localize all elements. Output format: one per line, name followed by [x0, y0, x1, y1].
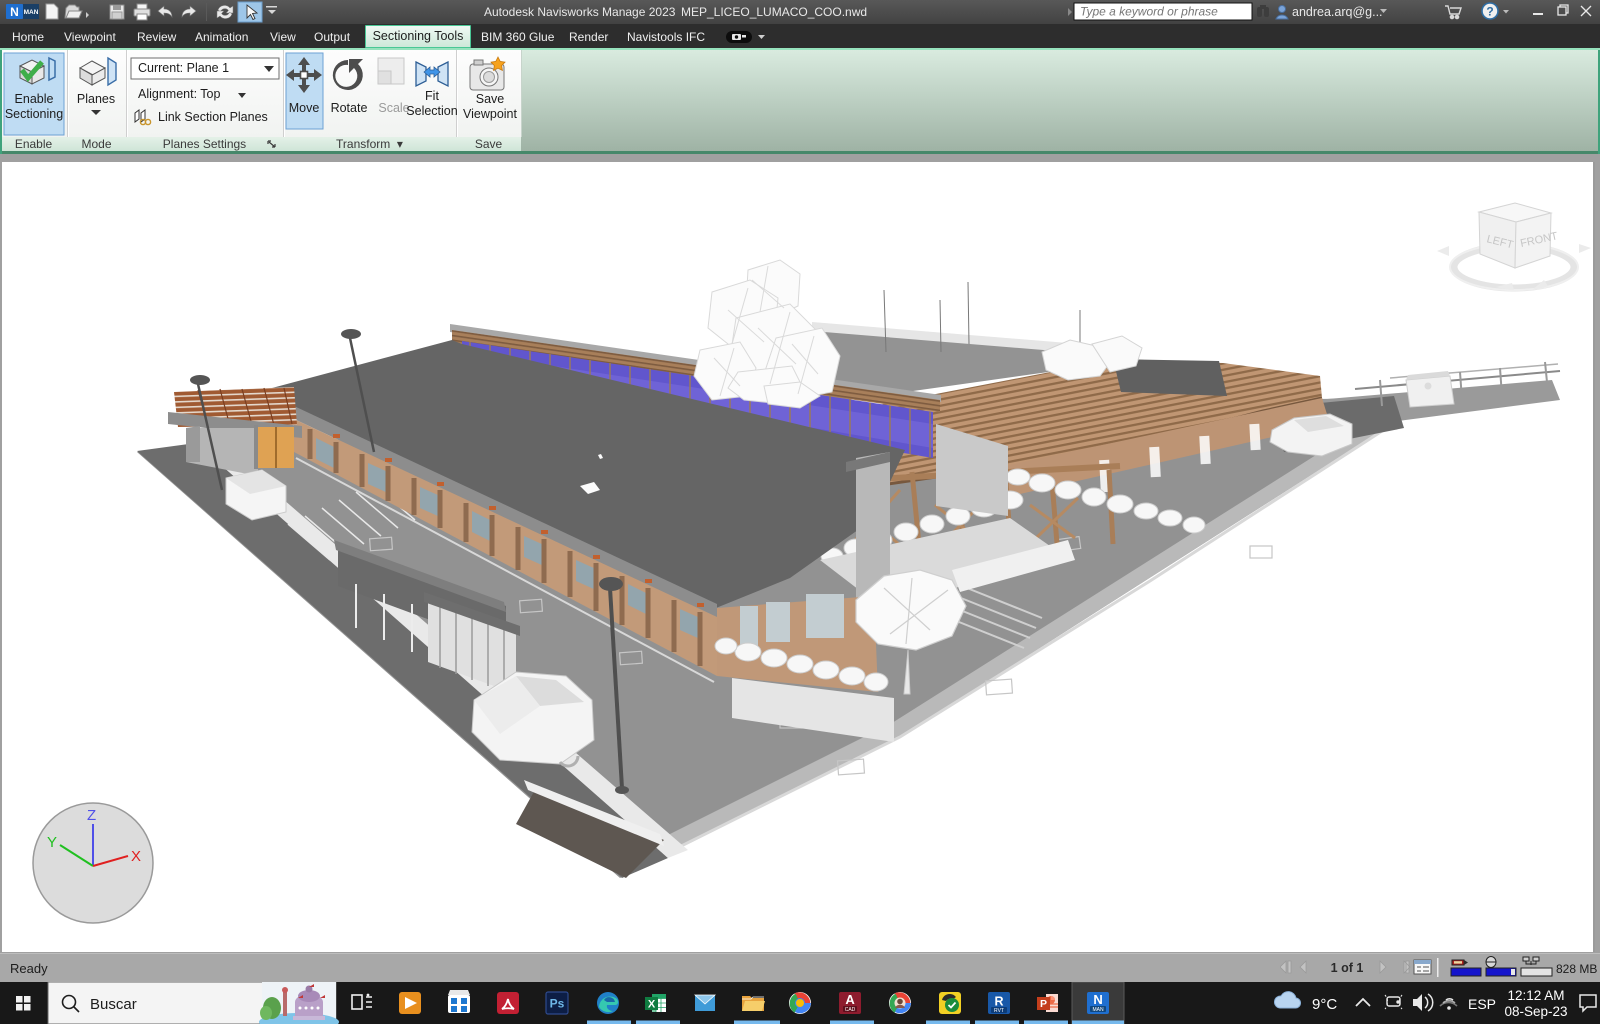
svg-text:08-Sep-23: 08-Sep-23 — [1504, 1004, 1567, 1019]
svg-text:Buscar: Buscar — [90, 996, 137, 1013]
svg-text:9°C: 9°C — [1312, 996, 1337, 1013]
svg-text:MAN: MAN — [1092, 1007, 1104, 1013]
svg-text:ESP: ESP — [1468, 996, 1496, 1012]
svg-text:N: N — [1093, 992, 1102, 1007]
svg-text:Ps: Ps — [550, 997, 565, 1011]
svg-text:RVT: RVT — [994, 1008, 1004, 1014]
svg-text:CAD: CAD — [845, 1007, 856, 1013]
svg-text:X: X — [131, 848, 141, 865]
svg-text:R: R — [994, 995, 1003, 1009]
svg-text:1 of 1: 1 of 1 — [1331, 961, 1364, 975]
svg-text:12:12 AM: 12:12 AM — [1507, 988, 1564, 1003]
svg-text:A: A — [845, 992, 855, 1007]
svg-text:X: X — [648, 998, 656, 1010]
svg-text:P: P — [1040, 998, 1047, 1010]
svg-text:Z: Z — [87, 807, 96, 824]
svg-text:Y: Y — [47, 834, 57, 851]
